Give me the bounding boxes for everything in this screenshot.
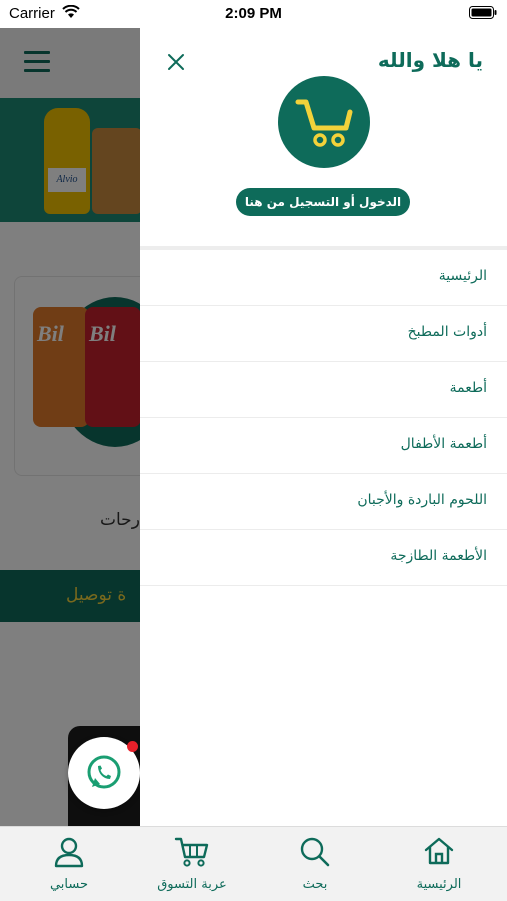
close-icon[interactable] xyxy=(166,52,186,72)
side-drawer: يا هلا والله الدخول أو التسجيل من هنا ال… xyxy=(140,28,507,826)
tab-home[interactable]: الرئيسية xyxy=(396,827,482,901)
drawer-item-label: الأطعمة الطازجة xyxy=(390,548,487,564)
tab-account[interactable]: حسابي xyxy=(26,827,112,901)
user-icon xyxy=(52,835,86,873)
battery-icon xyxy=(469,6,497,24)
tab-home-label: الرئيسية xyxy=(416,877,462,892)
bottom-tab-bar: الرئيسية بحث عربة التسوق حسابي xyxy=(0,826,507,901)
tab-search[interactable]: بحث xyxy=(272,827,358,901)
drawer-item-label: اللحوم الباردة والأجبان xyxy=(357,492,487,508)
whatsapp-button[interactable] xyxy=(68,737,140,809)
search-icon xyxy=(298,835,332,873)
status-bar: Carrier 2:09 PM xyxy=(0,0,507,28)
drawer-item-label: أدوات المطبخ xyxy=(407,324,487,340)
drawer-item-label: أطعمة الأطفال xyxy=(400,436,487,452)
drawer-item-kitchen-tools[interactable]: أدوات المطبخ xyxy=(140,306,507,362)
drawer-item-home[interactable]: الرئيسية xyxy=(140,250,507,306)
notification-dot xyxy=(127,741,138,752)
clock: 2:09 PM xyxy=(225,5,282,22)
tab-search-label: بحث xyxy=(302,877,328,892)
home-icon xyxy=(422,835,456,871)
drawer-item-label: الرئيسية xyxy=(438,268,487,284)
tab-cart-label: عربة التسوق xyxy=(157,877,227,892)
drawer-greeting: يا هلا والله xyxy=(377,48,483,72)
drawer-item-label: أطعمة xyxy=(449,380,487,396)
tab-cart[interactable]: عربة التسوق xyxy=(142,827,242,901)
drawer-item-foods[interactable]: أطعمة xyxy=(140,362,507,418)
shopping-cart-icon xyxy=(174,835,210,873)
tab-account-label: حسابي xyxy=(49,877,89,892)
drawer-item-cold-cuts-cheese[interactable]: اللحوم الباردة والأجبان xyxy=(140,474,507,530)
drawer-item-fresh-food[interactable]: الأطعمة الطازجة xyxy=(140,530,507,586)
cart-logo-icon xyxy=(278,76,370,168)
login-register-button[interactable]: الدخول أو التسجيل من هنا xyxy=(236,188,410,216)
drawer-menu-list: الرئيسية أدوات المطبخ أطعمة أطعمة الأطفا… xyxy=(140,250,507,586)
drawer-item-baby-food[interactable]: أطعمة الأطفال xyxy=(140,418,507,474)
